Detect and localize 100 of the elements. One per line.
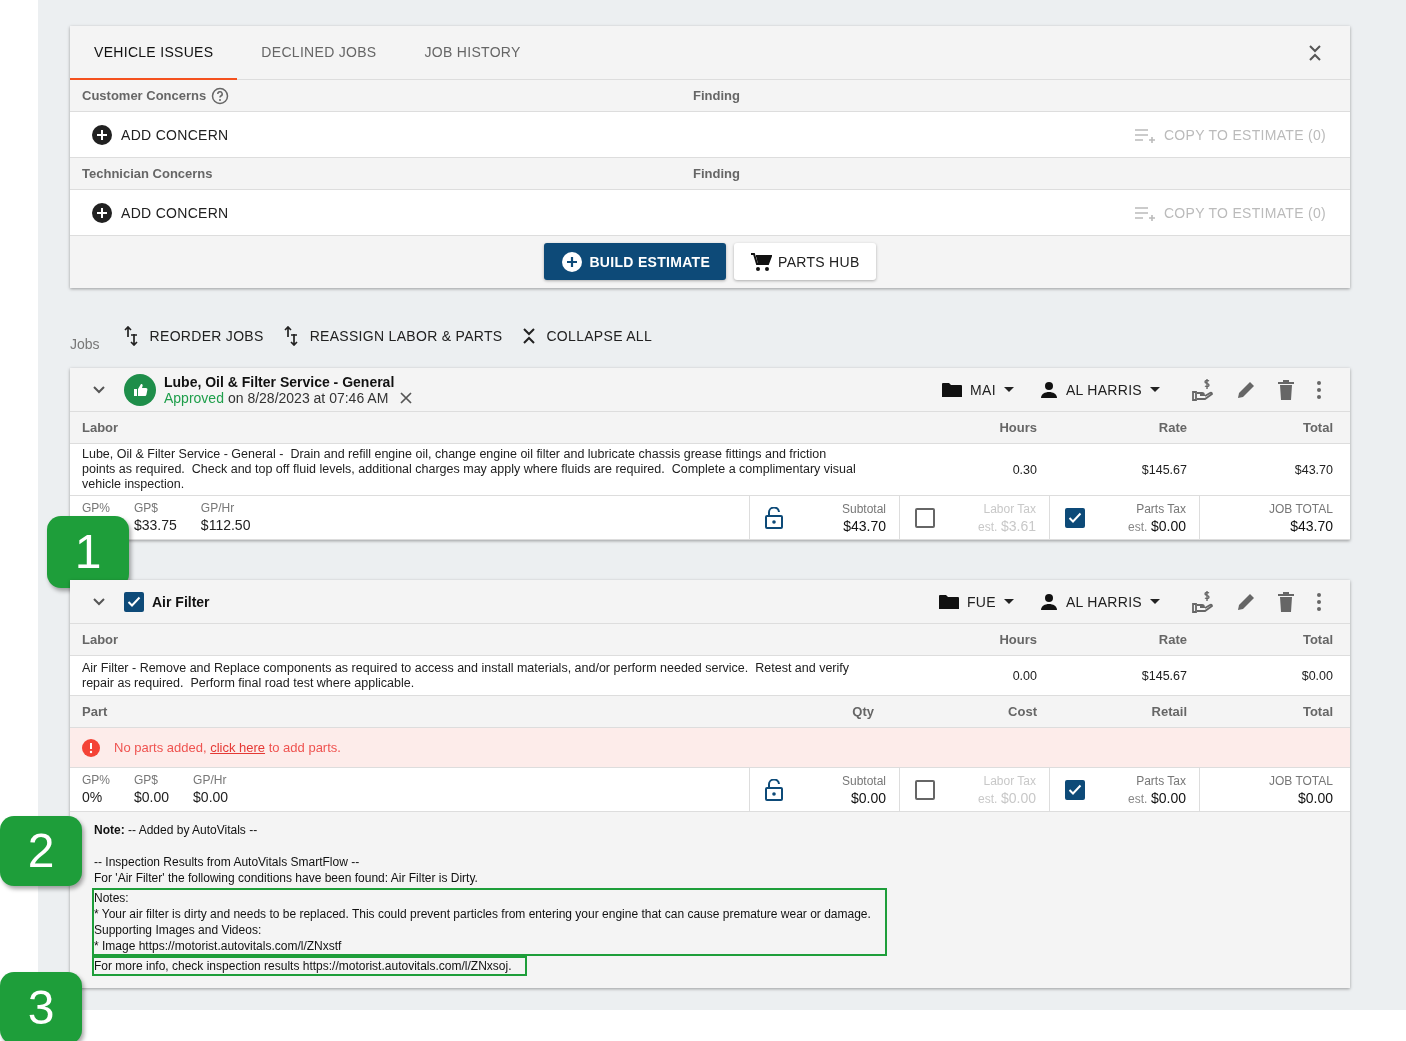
unlocked-padlock-icon[interactable] [765,506,783,529]
error-icon [82,738,100,757]
tab[interactable]: DECLINED JOBS [237,25,401,80]
column-header: Labor [82,420,120,435]
add-concern-button[interactable]: ADD CONCERN [92,124,229,145]
subtotal-label: Subtotal [841,773,886,788]
swap-arrows-icon [283,326,300,346]
stat-label: GP$ [134,501,160,515]
approval-status: Approved [164,389,224,406]
swap-arrows-icon [123,326,140,346]
build-estimate-button[interactable]: BUILD ESTIMATE [544,243,727,280]
job-total-label: JOB TOTAL [1268,501,1333,516]
category-dropdown[interactable]: MAI [942,381,1014,398]
no-parts-message: No parts added, click here to add parts. [114,740,341,755]
pencil-icon[interactable] [1236,379,1256,400]
playlist-add-icon [1133,204,1156,221]
hand-dollar-icon[interactable] [1192,378,1214,401]
hand-dollar-icon[interactable] [1192,590,1214,613]
tab[interactable]: JOB HISTORY [400,25,545,80]
callout-badge: 3 [0,972,82,1041]
collapse-icon [522,327,537,345]
caret-icon [1003,598,1014,605]
technician-dropdown[interactable]: AL HARRIS [1039,380,1160,399]
job-total-label: JOB TOTAL [1268,773,1333,788]
stat-label: GP% [82,501,110,515]
note-line: -- Inspection Results from AutoVitals SmartFlow -- [94,854,361,870]
checkbox[interactable] [1065,779,1085,800]
job-total-value: $43.70 [1290,517,1333,534]
stat-label: GP% [82,773,110,787]
chevron-down-icon[interactable] [92,384,106,395]
subtotal-value: $43.70 [843,517,886,534]
toolbar-button[interactable]: REASSIGN LABOR & PARTS [283,326,503,346]
chevron-down-icon[interactable] [92,596,106,607]
note-line: Notes: [94,890,130,906]
unlocked-padlock-icon[interactable] [765,778,783,801]
toolbar-button[interactable]: REORDER JOBS [123,326,264,346]
table-cell-text: $43.70 [1293,462,1333,477]
column-header: Labor [82,632,120,647]
plus-circle-icon [562,251,583,272]
checkbox[interactable] [915,779,935,800]
stat-label: GP$ [134,773,160,787]
note-line: Supporting Images and Videos: [94,922,263,938]
plus-circle-icon [92,124,112,145]
trash-icon[interactable] [1278,591,1294,612]
approval-date: on 8/28/2023 at 07:46 AM [227,389,389,406]
click-here-link[interactable]: click here [210,740,266,755]
more-options-icon[interactable] [1316,379,1322,400]
column-header: Total [1301,704,1333,719]
table-cell-text: $145.67 [1140,462,1187,477]
section-title: Customer Concerns [82,88,207,103]
tax-value: $0.00 [1150,517,1186,534]
estimate-label: est. [1128,519,1148,534]
note-line: For 'Air Filter' the following conditions have been found: Air Filter is Dirty. [94,870,478,886]
toolbar-button[interactable]: COLLAPSE ALL [522,327,652,345]
add-concern-button[interactable]: ADD CONCERN [92,202,229,223]
person-icon [1039,592,1058,611]
column-header: Cost [1007,704,1037,719]
person-icon [1039,380,1058,399]
column-header: Part [82,704,109,719]
tax-value: $0.00 [1150,789,1186,806]
stat-value: 0% [82,789,104,805]
checkbox[interactable] [124,591,144,612]
more-options-icon[interactable] [1316,591,1322,612]
stat-value: $0.00 [193,789,229,805]
stat-label: GP/Hr [193,773,228,787]
checkbox[interactable] [915,507,935,528]
note-line: For more info, check inspection results https://motorist.autovitals.com/l/ZNxsoj. [94,958,512,974]
collapse-icon[interactable] [1308,43,1322,62]
note-line: * Image https://motorist.autovitals.com/l/ZNxstf [94,938,343,954]
help-icon[interactable] [211,86,230,105]
column-header: Rate [1157,632,1187,647]
checkbox[interactable] [1065,507,1085,528]
column-header: Total [1301,420,1333,435]
plus-circle-icon [92,202,112,223]
technician-dropdown[interactable]: AL HARRIS [1039,592,1160,611]
column-header: Hours [998,420,1037,435]
column-header: Retail [1150,704,1187,719]
pencil-icon[interactable] [1236,591,1256,612]
callout-badge: 1 [47,516,129,588]
labor-description: Lube, Oil & Filter Service - General - Drain and refill engine oil, change engine oil filter and lubricate chassis grease fittings and friction points as required. Check and top off fluid levels, additional charges may apply where fluids are required. Complete a complimentary visual vehicle inspection. [82,447,857,492]
subtotal-value: $0.00 [850,789,886,806]
stat-value: $112.50 [200,517,251,533]
cart-icon [750,251,773,272]
tax-label: Parts Tax [1136,773,1186,788]
subtotal-label: Subtotal [841,501,886,516]
close-icon[interactable] [400,391,413,404]
trash-icon[interactable] [1278,379,1294,400]
job-title: Lube, Oil & Filter Service - General [164,373,396,390]
section-title: Technician Concerns [82,166,213,181]
parts-hub-button[interactable]: PARTS HUB [734,243,876,280]
category-dropdown[interactable]: FUE [939,593,1014,610]
caret-icon [1150,598,1160,605]
folder-icon [939,593,959,610]
table-cell-text: 0.00 [1011,668,1037,683]
stat-label: GP/Hr [200,501,236,515]
column-header: Finding [693,166,740,181]
caret-icon [1150,386,1160,393]
tax-label: Parts Tax [1136,501,1186,516]
job-total-value: $0.00 [1297,789,1333,806]
labor-description: Air Filter - Remove and Replace components as required to access and install materials, and/or perform needed service. Retest and verify repair as required. Perform final road test where applicable. [82,660,851,691]
